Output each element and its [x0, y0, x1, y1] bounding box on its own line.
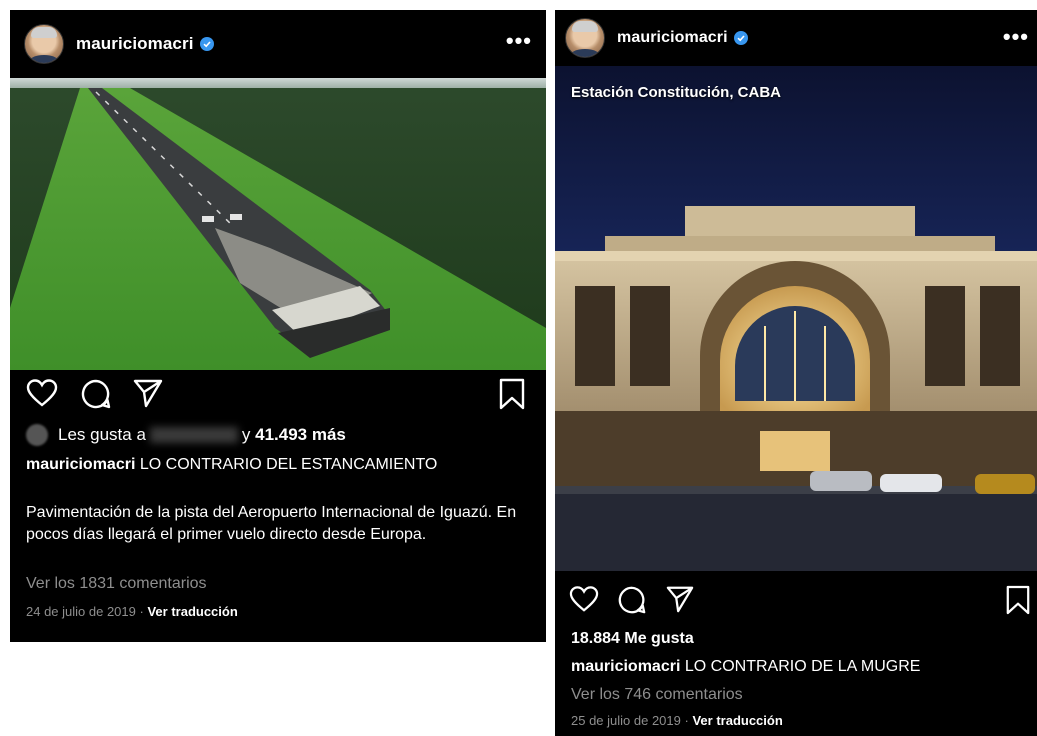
bookmark-icon[interactable] — [498, 378, 526, 415]
blurred-liker-name — [149, 427, 238, 443]
more-options-icon[interactable]: ••• — [1003, 26, 1029, 48]
instagram-post-left: mauriciomacri ••• Les gusta a y 41.493 m… — [10, 10, 546, 642]
caption: mauriciomacri LO CONTRARIO DEL ESTANCAMI… — [26, 456, 530, 474]
username[interactable]: mauriciomacri — [76, 34, 194, 54]
heart-icon[interactable] — [26, 378, 58, 413]
post-header: mauriciomacri ••• — [555, 10, 1037, 66]
more-options-icon[interactable]: ••• — [506, 30, 532, 52]
caption-title: LO CONTRARIO DE LA MUGRE — [684, 658, 921, 675]
caption-body: Pavimentación de la pista del Aeropuerto… — [26, 504, 517, 543]
date-separator: · — [139, 604, 144, 619]
caption-title: LO CONTRARIO DEL ESTANCAMIENTO — [139, 456, 438, 473]
caption: mauriciomacri LO CONTRARIO DE LA MUGRE — [571, 658, 1021, 676]
verified-badge-icon — [733, 31, 748, 45]
post-image-station[interactable]: Estación Constitución, CABA — [555, 66, 1037, 571]
likes-count[interactable]: 41.493 más — [255, 425, 346, 445]
avatar[interactable] — [565, 18, 605, 58]
post-date-line: 25 de julio de 2019 · Ver traducción — [571, 713, 1021, 728]
post-header: mauriciomacri ••• — [10, 10, 546, 78]
view-comments-link[interactable]: Ver los 1831 comentarios — [26, 575, 530, 593]
share-icon[interactable] — [132, 378, 164, 413]
view-comments-link[interactable]: Ver los 746 comentarios — [571, 686, 1021, 704]
avatar[interactable] — [24, 24, 64, 64]
date-separator: · — [684, 713, 689, 728]
instagram-post-right: mauriciomacri ••• Estación Constitución,… — [555, 10, 1037, 736]
likes-separator: y — [241, 425, 251, 444]
username[interactable]: mauriciomacri — [617, 29, 728, 47]
liker-avatar — [26, 424, 48, 446]
share-icon[interactable] — [665, 585, 695, 618]
caption-username[interactable]: mauriciomacri — [26, 456, 135, 473]
comment-icon[interactable] — [80, 378, 112, 415]
verified-badge-icon — [199, 37, 214, 51]
post-date-line: 24 de julio de 2019 · Ver traducción — [26, 604, 530, 619]
translate-link[interactable]: Ver traducción — [692, 713, 782, 728]
post-actions — [10, 378, 546, 418]
likes-count[interactable]: 18.884 Me gusta — [571, 630, 1021, 648]
comment-icon[interactable] — [617, 585, 647, 620]
post-date: 24 de julio de 2019 — [26, 604, 136, 619]
heart-icon[interactable] — [569, 585, 599, 618]
translate-link[interactable]: Ver traducción — [147, 604, 237, 619]
likes-line: Les gusta a y 41.493 más — [26, 424, 530, 446]
post-actions — [555, 585, 1037, 625]
post-image-runway[interactable] — [10, 78, 546, 370]
likes-prefix: Les gusta a — [58, 425, 146, 444]
photo-overlay-text: Estación Constitución, CABA — [571, 84, 782, 101]
bookmark-icon[interactable] — [1005, 585, 1031, 620]
post-date: 25 de julio de 2019 — [571, 713, 681, 728]
caption-username[interactable]: mauriciomacri — [571, 658, 680, 675]
